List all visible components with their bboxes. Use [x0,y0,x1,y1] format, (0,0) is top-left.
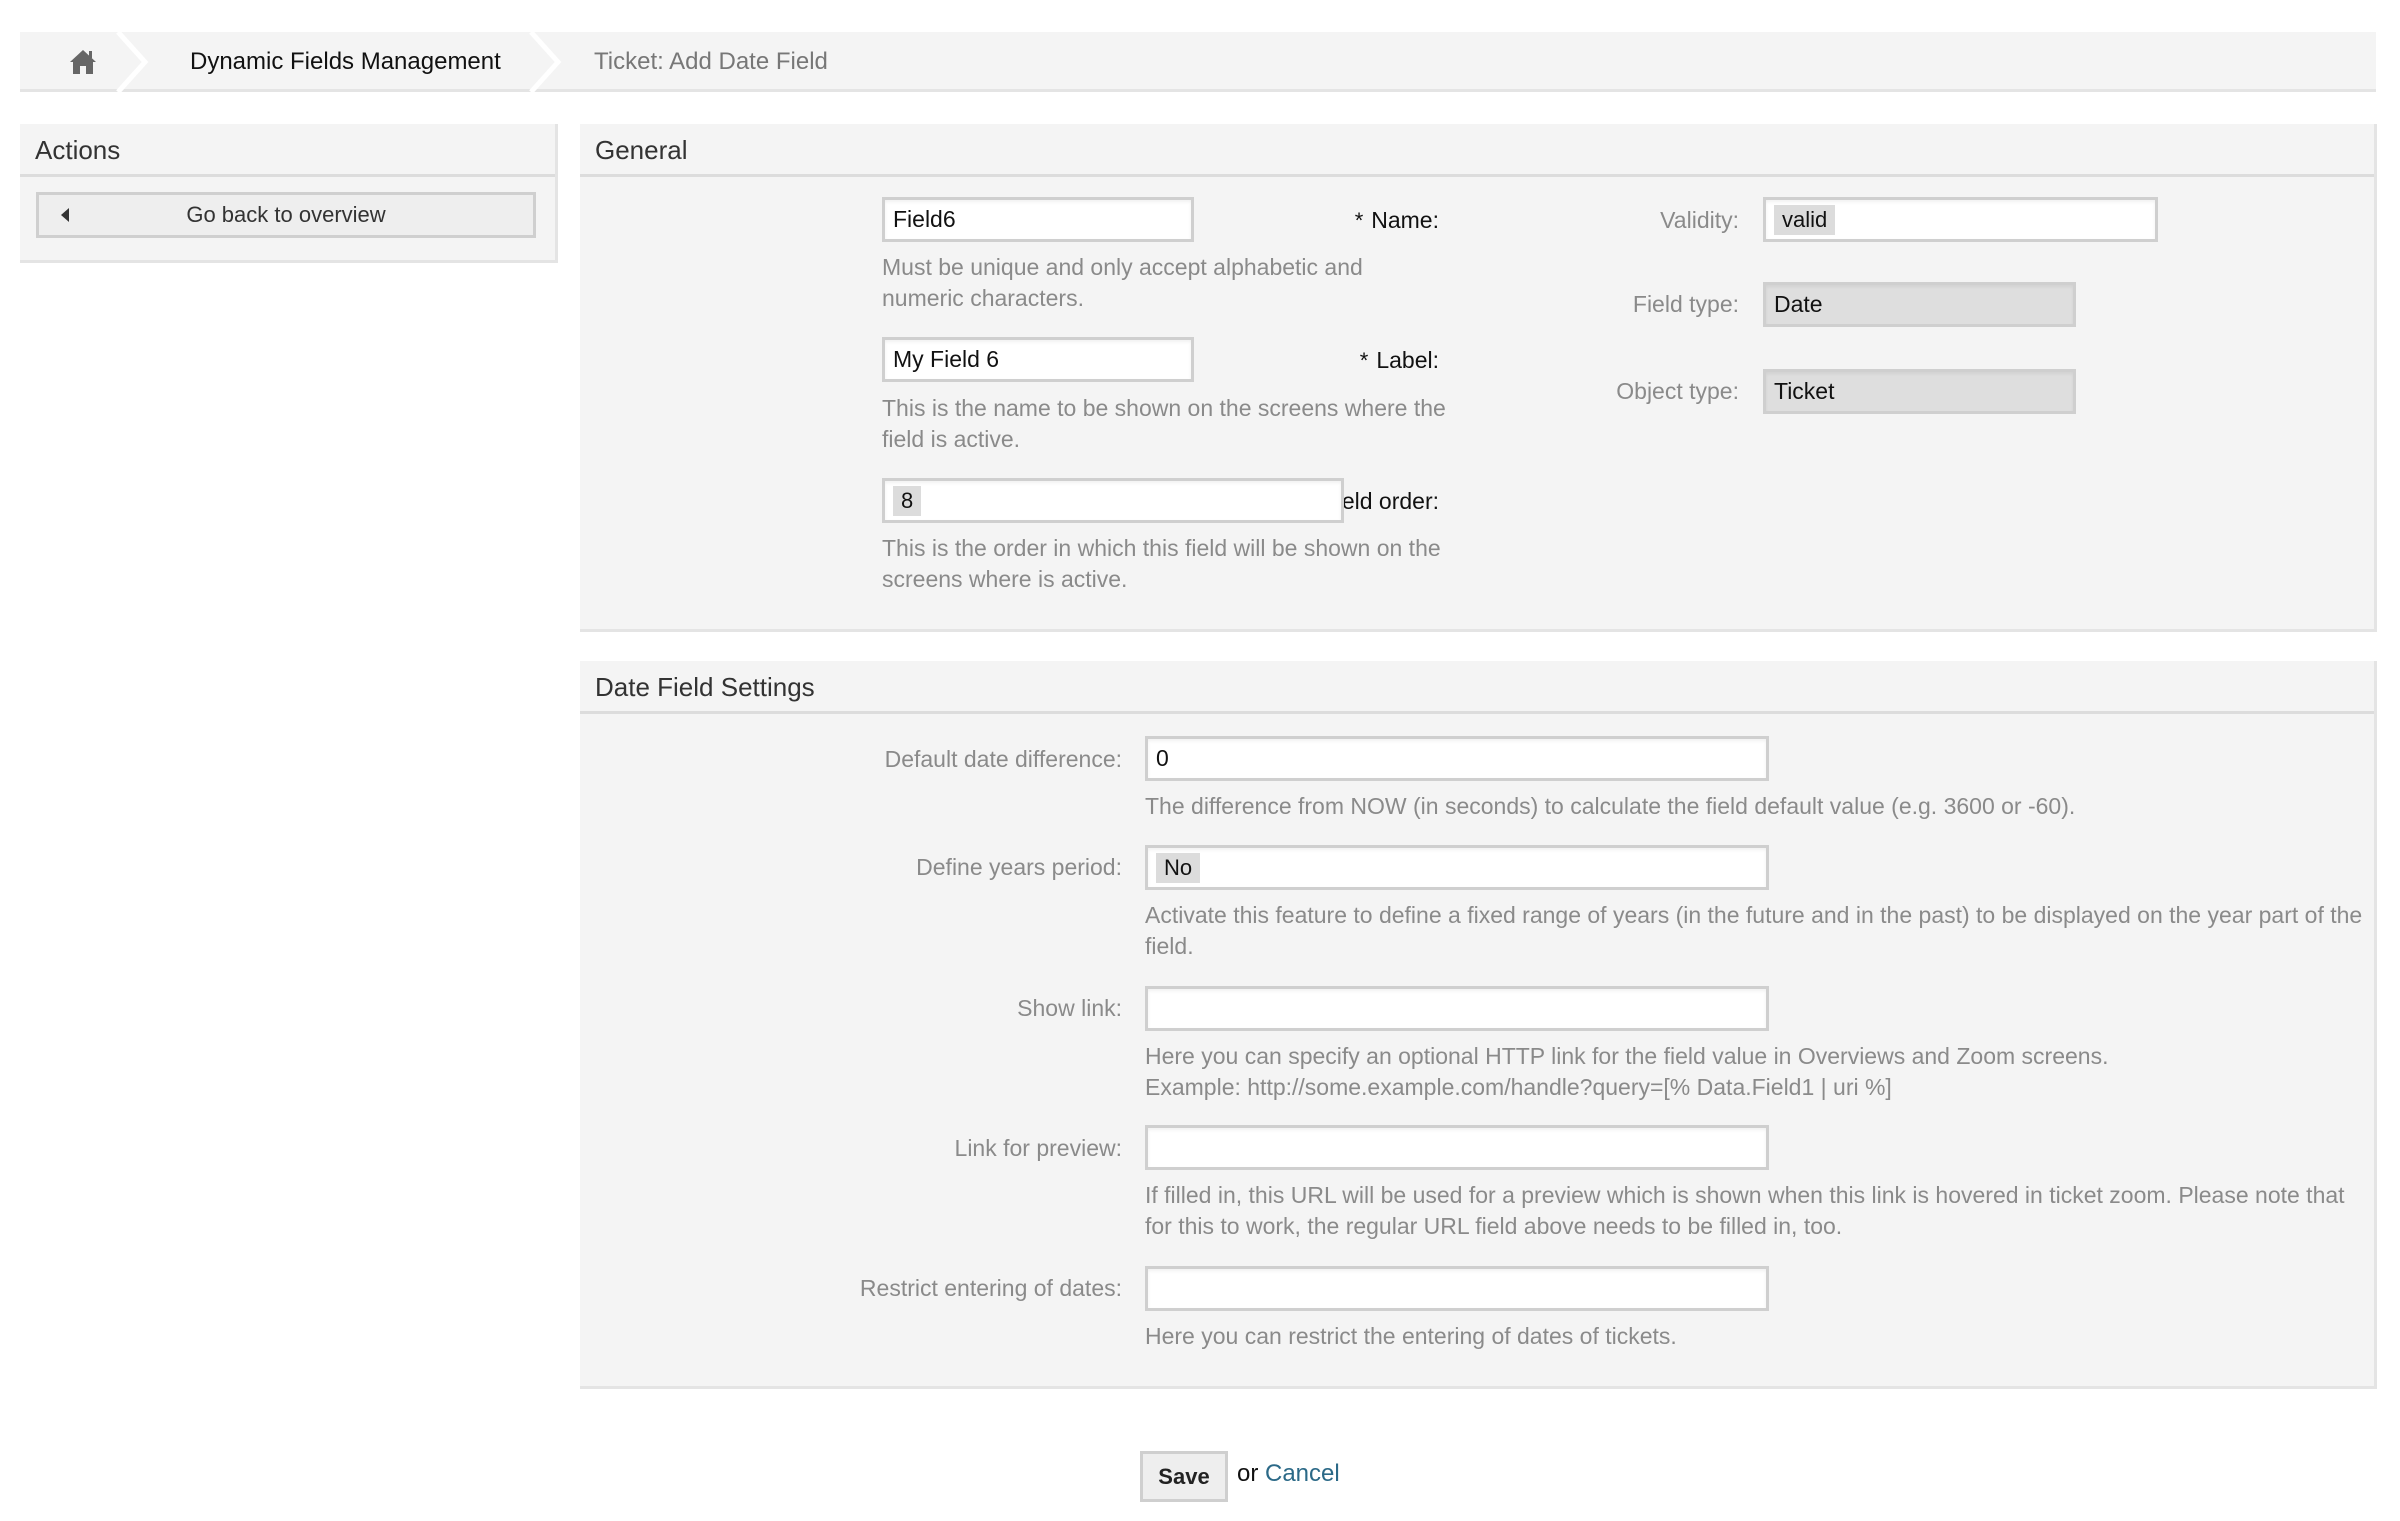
breadcrumb: Dynamic Fields Management Ticket: Add Da… [20,32,2376,92]
object-type-label: Object type: [1616,378,1739,404]
breadcrumb-separator [529,32,562,92]
define-years-period-label: Define years period: [916,854,1122,880]
breadcrumb-separator [116,32,149,92]
label-help: This is the name to be shown on the scre… [882,395,1446,452]
breadcrumb-item-current: Ticket: Add Date Field [594,48,828,75]
show-link-help-line2: Example: http://some.example.com/handle?… [1145,1074,1892,1100]
triangle-left-icon [61,208,69,222]
object-type-field: Ticket [1763,369,2076,414]
actions-panel: Actions Go back to overview [20,124,558,263]
link-preview-help: If filled in, this URL will be used for … [1145,1182,2345,1239]
validity-value: valid [1774,205,1836,235]
restrict-dates-label: Restrict entering of dates: [859,1275,1122,1301]
required-star-icon: * [1354,208,1364,233]
label-label: * Label: [1359,347,1439,373]
or-text: or [1237,1460,1259,1487]
field-order-select[interactable]: 8 [882,478,1344,523]
general-panel: General *Name: Must be unique and only a… [580,124,2377,632]
name-help: Must be unique and only accept alphabeti… [882,254,1363,311]
restrict-dates-select[interactable] [1145,1266,1769,1311]
default-date-difference-help: The difference from NOW (in seconds) to … [1145,793,2076,819]
required-star-icon: * [1359,348,1369,373]
define-years-period-help: Activate this feature to define a fixed … [1145,902,2363,959]
default-date-difference-label: Default date difference: [884,746,1122,772]
field-type-label: Field type: [1632,291,1739,317]
validity-label: Validity: [1660,207,1739,233]
name-label: * Name: [1354,207,1439,233]
label-input[interactable] [882,337,1194,382]
save-button[interactable]: Save [1140,1451,1228,1502]
show-link-help-line1: Here you can specify an optional HTTP li… [1145,1043,2109,1069]
cancel-link[interactable]: Cancel [1265,1460,1340,1488]
breadcrumb-item-dynamic-fields[interactable]: Dynamic Fields Management [190,32,501,92]
date-settings-title: Date Field Settings [595,672,815,702]
define-years-period-select[interactable]: No [1145,845,1769,890]
show-link-help: Here you can specify an optional HTTP li… [1145,1041,2365,1103]
name-input[interactable] [882,197,1194,242]
validity-select[interactable]: valid [1763,197,2158,242]
actions-title: Actions [35,135,121,165]
home-icon[interactable] [68,48,98,76]
show-link-input[interactable] [1145,986,1769,1031]
go-back-label: Go back to overview [186,202,386,227]
general-header: General [580,124,2374,177]
show-link-label: Show link: [1017,995,1122,1021]
restrict-dates-help: Here you can restrict the entering of da… [1145,1323,1677,1349]
go-back-button[interactable]: Go back to overview [36,192,536,238]
date-settings-panel: Date Field Settings Default date differe… [580,661,2377,1389]
define-years-period-value: No [1156,853,1201,883]
field-order-help: This is the order in which this field wi… [882,535,1441,592]
default-date-difference-input[interactable] [1145,736,1769,781]
link-preview-label: Link for preview: [954,1135,1122,1161]
date-settings-header: Date Field Settings [580,661,2374,714]
field-order-value: 8 [893,486,922,516]
link-preview-input[interactable] [1145,1125,1769,1170]
general-title: General [595,135,688,165]
field-type-field: Date [1763,282,2076,327]
actions-header: Actions [20,124,555,177]
